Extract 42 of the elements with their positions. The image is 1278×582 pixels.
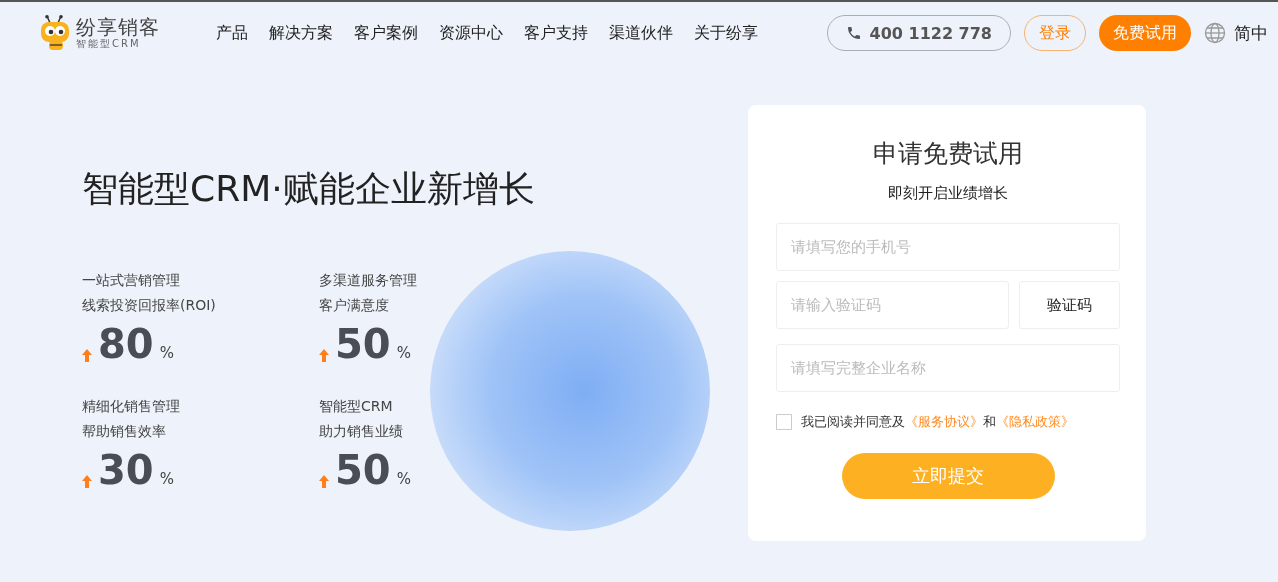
company-input-field[interactable]: 请填写完整企业名称 [776, 344, 1120, 392]
language-link[interactable]: 简中 [1234, 21, 1268, 45]
stat-unit: % [396, 344, 411, 362]
get-code-button[interactable]: 验证码 [1019, 281, 1120, 329]
nav-link[interactable]: 渠道伙伴 [609, 22, 673, 44]
up-arrow-icon [319, 349, 329, 362]
stat-value: 50 [335, 320, 391, 368]
stat-label: 帮助销售效率 [82, 422, 167, 441]
stat-value: 50 [335, 446, 391, 494]
code-input-field[interactable]: 请输入验证码 [776, 281, 1009, 329]
nav-link[interactable]: 产品 [216, 22, 248, 44]
up-arrow-icon [82, 475, 92, 488]
nav-link[interactable]: 解决方案 [269, 22, 333, 44]
form-title: 申请免费试用 [873, 138, 1023, 170]
stat-unit: % [396, 470, 411, 488]
agreement-text: 我已阅读并同意及《服务协议》和《隐私政策》 [801, 413, 1074, 431]
nav-link[interactable]: 资源中心 [439, 22, 503, 44]
nav-link[interactable]: 客户支持 [524, 22, 588, 44]
phone-input-field[interactable]: 请填写您的手机号 [776, 223, 1120, 271]
stat-label: 客户满意度 [319, 296, 390, 315]
stat-unit: % [159, 344, 174, 362]
phone-icon [845, 25, 862, 41]
bee-logo-icon [40, 15, 72, 51]
stat-category: 多渠道服务管理 [319, 271, 418, 290]
stat-category: 精细化销售管理 [82, 397, 181, 416]
up-arrow-icon [319, 475, 329, 488]
stat-value: 30 [98, 446, 154, 494]
stat-unit: % [159, 470, 174, 488]
stat-category: 智能型CRM [319, 397, 394, 416]
stat-label: 线索投资回报率(ROI) [82, 296, 217, 315]
stat-value: 80 [98, 320, 154, 368]
hero-title: 智能型CRM·赋能企业新增长 [82, 167, 536, 211]
nav-link[interactable]: 客户案例 [354, 22, 418, 44]
nav-link[interactable]: 关于纷享 [694, 22, 758, 44]
stat-category: 一站式营销管理 [82, 271, 181, 290]
form-subtitle: 即刻开启业绩增长 [888, 184, 1008, 203]
agreement-checkbox[interactable] [776, 414, 792, 430]
stat-label: 助力销售业绩 [319, 422, 404, 441]
logo-tagline: 智能型CRM [76, 39, 142, 49]
logo-wordmark[interactable]: 纷享销客 [76, 17, 160, 37]
globe-icon[interactable] [1204, 22, 1226, 44]
up-arrow-icon [82, 349, 92, 362]
